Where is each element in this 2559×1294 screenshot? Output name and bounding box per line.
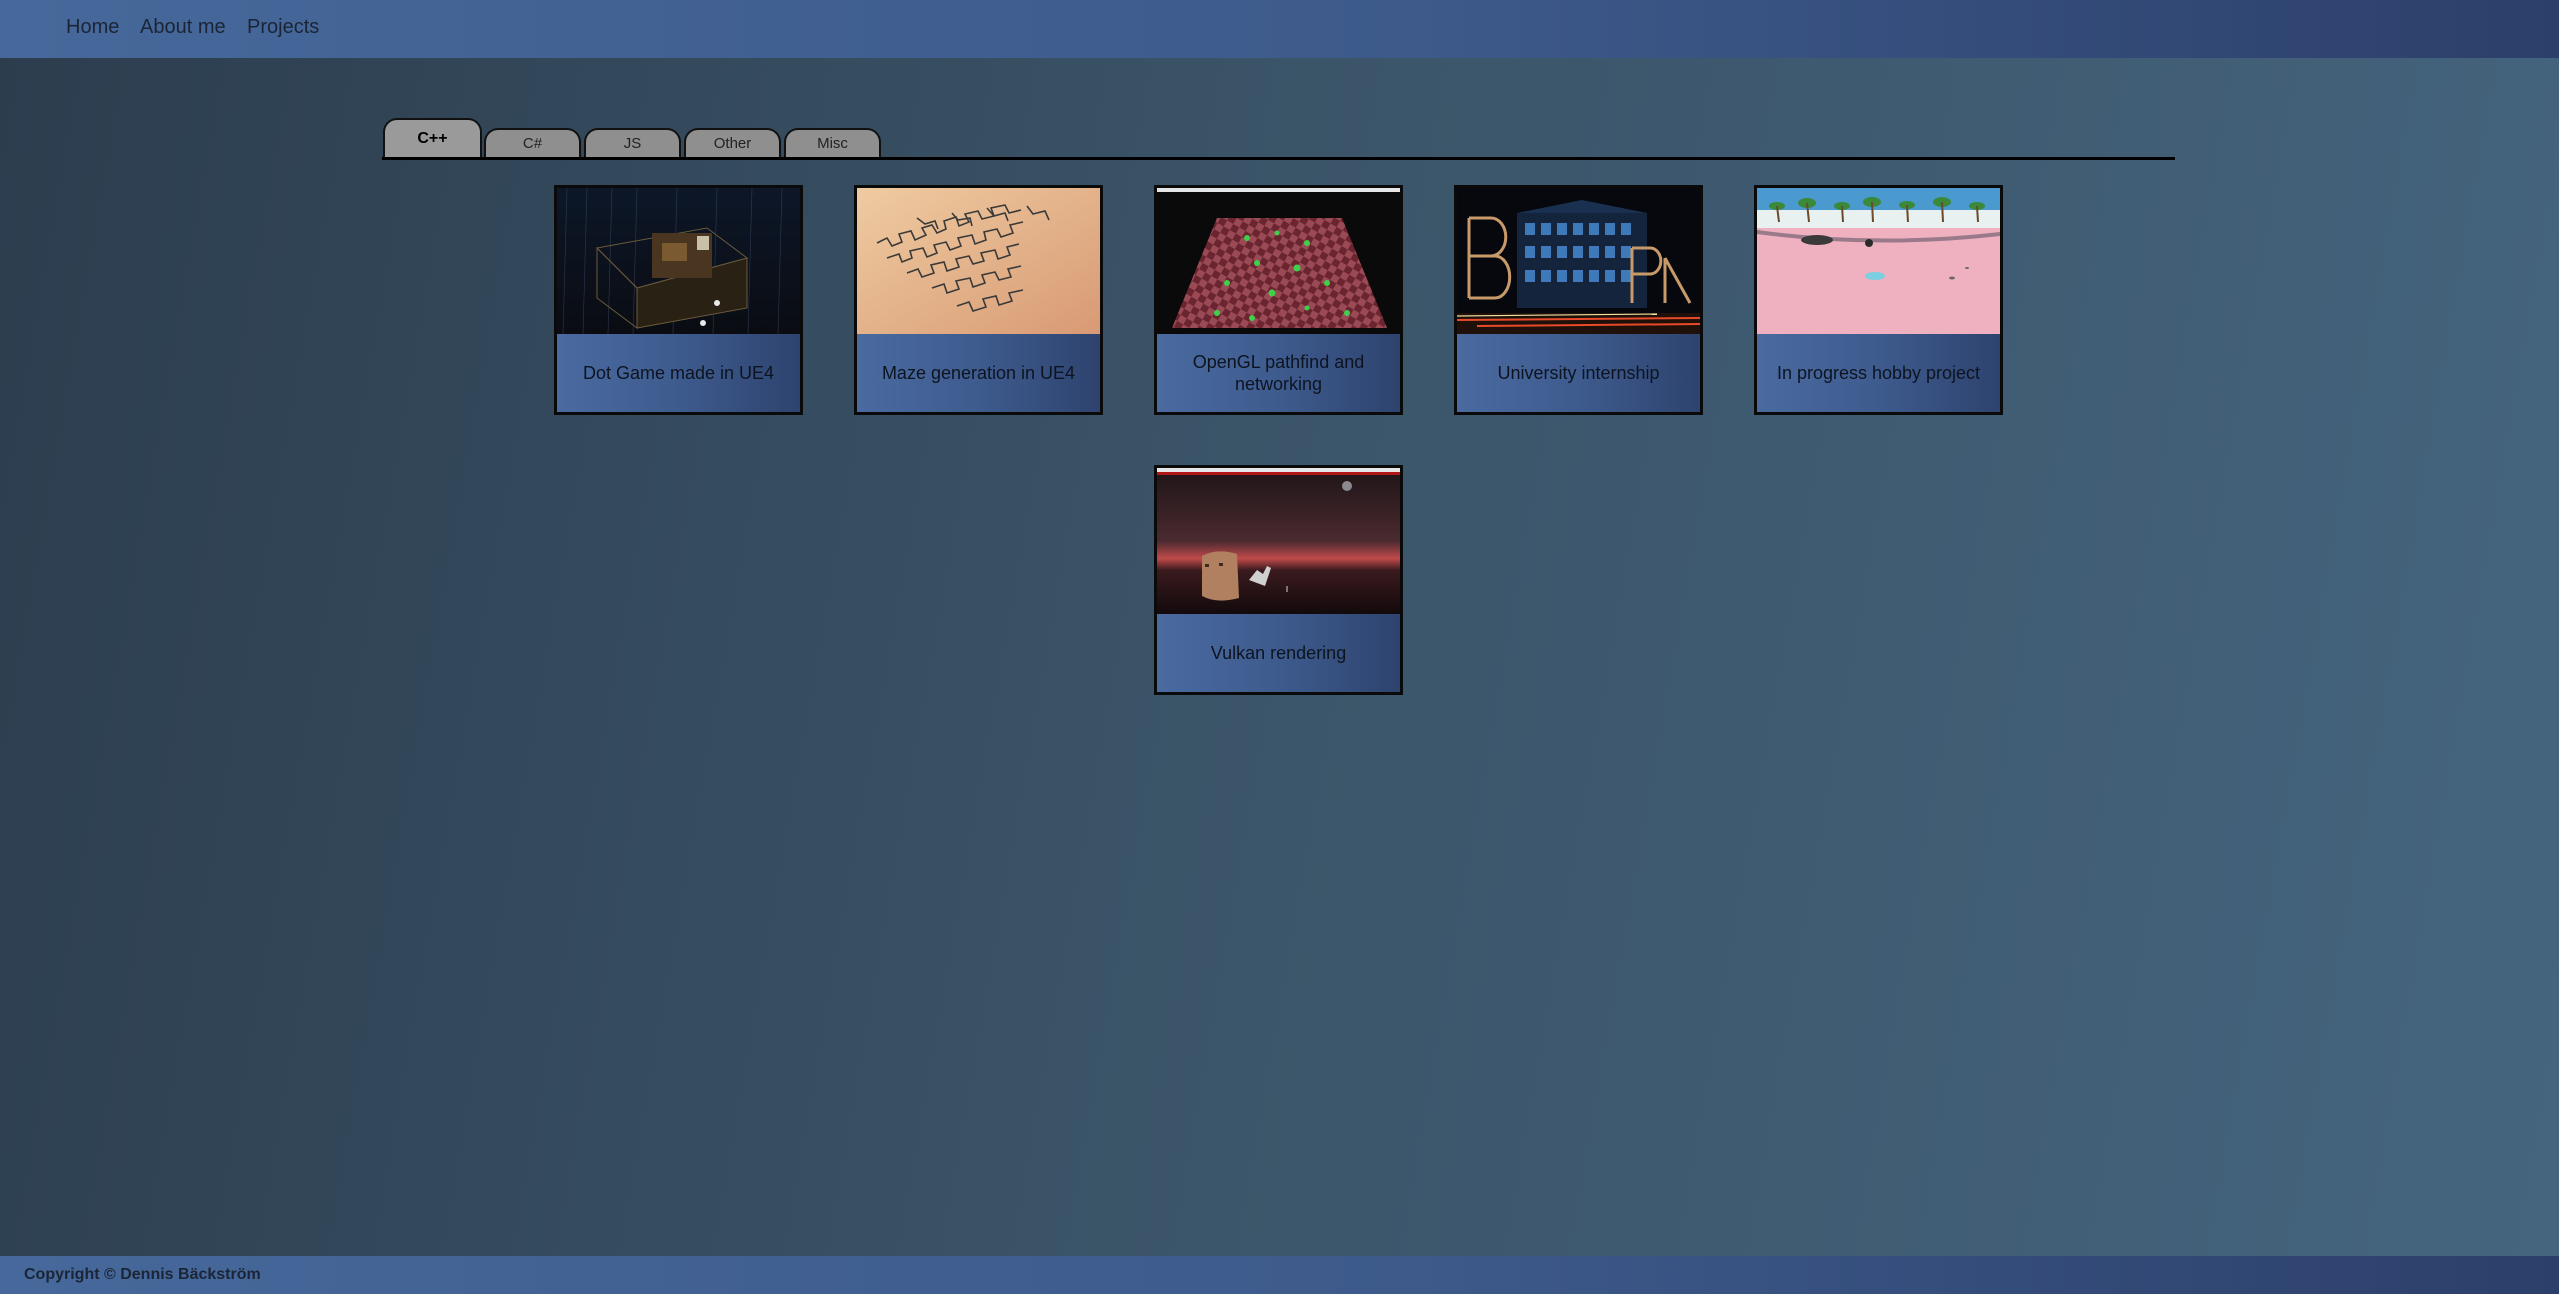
vulkan-rendering-thumbnail xyxy=(1157,468,1400,614)
tab-js[interactable]: JS xyxy=(584,128,681,158)
dot-game-thumbnail xyxy=(557,188,800,334)
project-title: Maze generation in UE4 xyxy=(881,363,1076,383)
project-card-dot-game[interactable]: Dot Game made in UE4 xyxy=(554,185,803,415)
opengl-pathfind-thumbnail xyxy=(1157,188,1400,334)
nav-link-projects[interactable]: Projects xyxy=(247,16,319,39)
project-title: University internship xyxy=(1497,363,1660,383)
nav-link-about-me[interactable]: About me xyxy=(140,16,226,39)
project-card-hobby-project[interactable]: In progress hobby project xyxy=(1754,185,2003,415)
project-card-maze-generation[interactable]: Maze generation in UE4 xyxy=(854,185,1103,415)
project-title: In progress hobby project xyxy=(1776,363,1981,383)
tab-other[interactable]: Other xyxy=(684,128,781,158)
tab-cpp[interactable]: C++ xyxy=(383,118,482,158)
maze-generation-thumbnail xyxy=(857,188,1100,334)
nav-link-home[interactable]: Home xyxy=(66,16,119,39)
tab-csharp[interactable]: C# xyxy=(484,128,581,158)
project-card-vulkan-rendering[interactable]: Vulkan rendering xyxy=(1154,465,1403,695)
top-navigation-bar: Home About me Projects xyxy=(0,0,2559,58)
project-title: Vulkan rendering xyxy=(1210,643,1347,663)
tab-bar-divider xyxy=(382,157,2175,160)
project-title: Dot Game made in UE4 xyxy=(582,363,775,383)
copyright-text: Copyright © Dennis Bäckström xyxy=(24,1266,261,1283)
tab-misc[interactable]: Misc xyxy=(784,128,881,158)
university-internship-thumbnail xyxy=(1457,188,1700,334)
hobby-project-thumbnail xyxy=(1757,188,2000,334)
project-title: OpenGL pathfind and networking xyxy=(1192,352,1365,394)
project-card-opengl-pathfind[interactable]: OpenGL pathfind and networking xyxy=(1154,185,1403,415)
project-card-university-internship[interactable]: University internship xyxy=(1454,185,1703,415)
footer: Copyright © Dennis Bäckström xyxy=(0,1256,2559,1294)
